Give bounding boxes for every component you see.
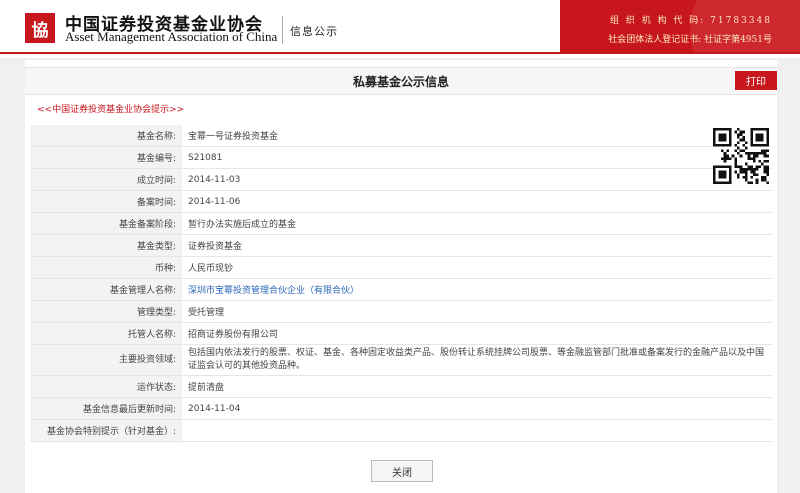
fund-info-table: 基金名称: 宝幂一号证券投资基金 基金编号: S21081 成立时间: 2014-11-0… (30, 125, 772, 442)
table-row: 基金备案阶段: 暂行办法实施后成立的基金 (30, 212, 772, 235)
field-label: 基金管理人名称: (30, 278, 182, 301)
page-title: 私募基金公示信息 (352, 75, 449, 89)
field-label: 备案时间: (30, 190, 182, 213)
header-banner: 组 织 机 构 代 码: 71783348 社会团体法人登记证书: 社证字第49… (560, 0, 800, 52)
field-value: 深圳市宝幂投资管理合伙企业（有限合伙） (182, 278, 772, 301)
field-value: 宝幂一号证券投资基金 (182, 125, 772, 147)
title-bar: 私募基金公示信息 打印 (25, 67, 777, 95)
fund-info-panel: 私募基金公示信息 打印 <<中国证券投资基金业协会提示>> 基金名称: 宝幂一号证… (25, 60, 777, 493)
field-value: 包括国内依法发行的股票、权证、基金、各种固定收益类产品、股份转让系统挂牌公司股票… (182, 344, 772, 376)
field-label: 基金名称: (30, 125, 182, 147)
section-label: 信息公示 (290, 25, 338, 38)
org-name-en: Asset Management Association of China (65, 29, 278, 44)
field-label: 托管人名称: (30, 322, 182, 345)
field-label: 运作状态: (30, 375, 182, 398)
field-label: 主要投资领域: (30, 344, 182, 376)
table-row: 成立时间: 2014-11-03 (30, 168, 772, 191)
field-label: 基金信息最后更新时间: (30, 397, 182, 420)
field-value: 提前清盘 (182, 375, 772, 398)
header-divider (282, 16, 283, 44)
org-code: 组 织 机 构 代 码: 71783348 (609, 16, 772, 26)
field-label: 基金类型: (30, 234, 182, 257)
table-row: 基金编号: S21081 (30, 146, 772, 169)
amac-logo: 協 (25, 13, 55, 43)
qr-code-icon (713, 128, 769, 184)
field-label: 基金备案阶段: (30, 212, 182, 235)
field-value: S21081 (182, 146, 772, 169)
close-button[interactable]: 关闭 (371, 460, 433, 482)
registration-cert: 社会团体法人登记证书: 社证字第4951号 (608, 35, 772, 45)
field-label: 成立时间: (30, 168, 182, 191)
table-row: 基金协会特别提示（针对基金）: (30, 419, 772, 442)
field-value: 受托管理 (182, 300, 772, 323)
print-button[interactable]: 打印 (735, 71, 777, 90)
table-row: 备案时间: 2014-11-06 (30, 190, 772, 213)
table-row: 币种: 人民币现钞 (30, 256, 772, 279)
fund-manager-link[interactable]: 深圳市宝幂投资管理合伙企业（有限合伙） (188, 286, 359, 296)
field-value: 证券投资基金 (182, 234, 772, 257)
field-label: 基金编号: (30, 146, 182, 169)
table-row: 基金类型: 证券投资基金 (30, 234, 772, 257)
table-row: 基金名称: 宝幂一号证券投资基金 (30, 125, 772, 147)
header-rule (0, 52, 800, 54)
field-label: 币种: (30, 256, 182, 279)
field-value (182, 419, 772, 442)
table-row: 管理类型: 受托管理 (30, 300, 772, 323)
field-label: 管理类型: (30, 300, 182, 323)
table-row: 主要投资领域: 包括国内依法发行的股票、权证、基金、各种固定收益类产品、股份转让系… (30, 344, 772, 376)
field-label: 基金协会特别提示（针对基金）: (30, 419, 182, 442)
field-value: 2014-11-04 (182, 397, 772, 420)
site-header: 協 中国证券投资基金业协会 Asset Management Associati… (0, 0, 800, 58)
table-row: 运作状态: 提前清盘 (30, 375, 772, 398)
table-row: 基金管理人名称: 深圳市宝幂投资管理合伙企业（有限合伙） (30, 278, 772, 301)
field-value: 2014-11-06 (182, 190, 772, 213)
association-hint-link[interactable]: <<中国证券投资基金业协会提示>> (37, 102, 184, 115)
table-row: 托管人名称: 招商证券股份有限公司 (30, 322, 772, 345)
table-row: 基金信息最后更新时间: 2014-11-04 (30, 397, 772, 420)
field-value: 招商证券股份有限公司 (182, 322, 772, 345)
field-value: 2014-11-03 (182, 168, 772, 191)
field-value: 人民币现钞 (182, 256, 772, 279)
field-value: 暂行办法实施后成立的基金 (182, 212, 772, 235)
